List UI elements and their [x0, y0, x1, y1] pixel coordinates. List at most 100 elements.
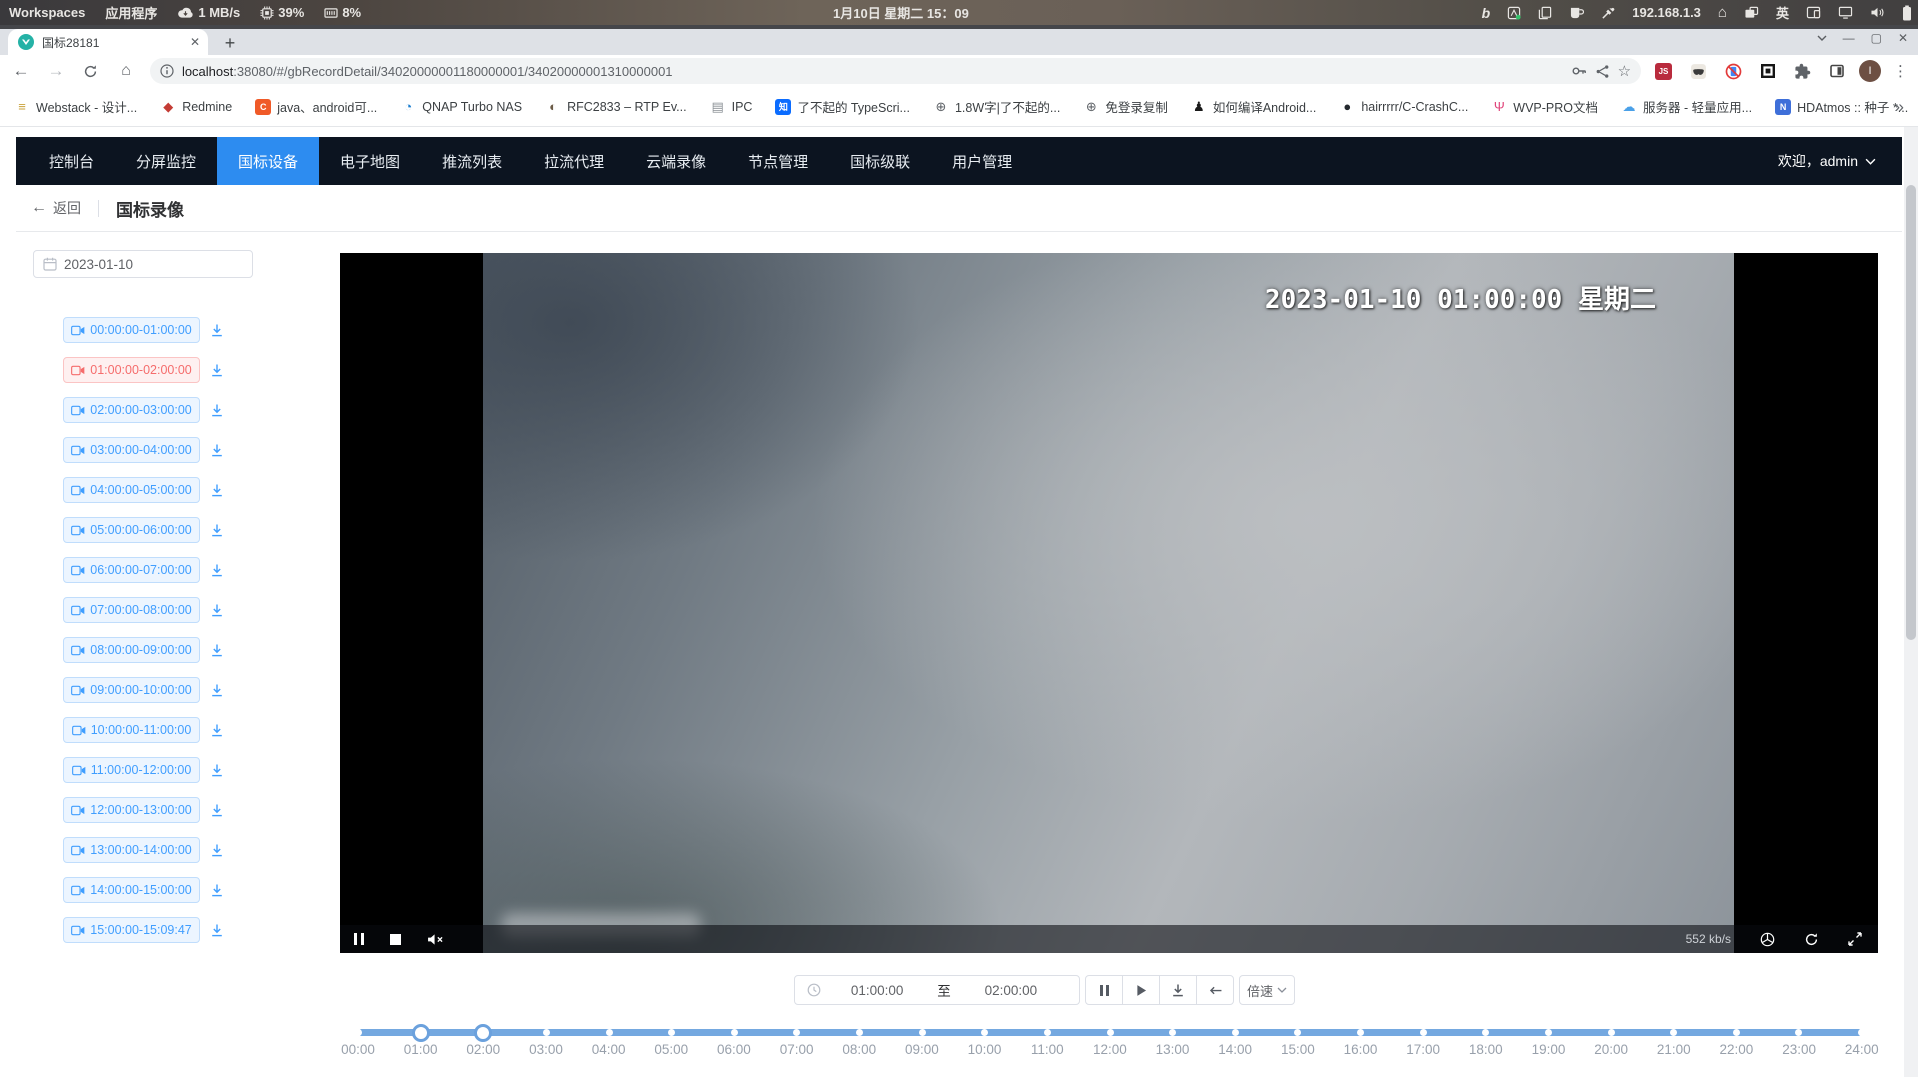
network-speed-indicator[interactable]: 1 MB/s — [177, 5, 240, 20]
window-minimize-icon[interactable]: — — [1843, 31, 1855, 45]
segment-play-button[interactable]: 09:00:00-10:00:00 — [63, 677, 200, 703]
segment-play-button[interactable]: 05:00:00-06:00:00 — [63, 517, 200, 543]
workspaces-button[interactable]: Workspaces — [9, 5, 85, 20]
display-icon[interactable] — [1838, 6, 1853, 19]
segment-play-button[interactable]: 12:00:00-13:00:00 — [63, 797, 200, 823]
nav-tab[interactable]: 拉流代理 — [523, 137, 625, 185]
address-bar[interactable]: localhost:38080/#/gbRecordDetail/3402000… — [150, 58, 1641, 84]
nav-tab[interactable]: 云端录像 — [625, 137, 727, 185]
segment-download-button[interactable] — [210, 443, 224, 457]
user-menu[interactable]: 欢迎，admin — [1778, 137, 1876, 185]
segment-play-button[interactable]: 15:00:00-15:09:47 — [63, 917, 200, 943]
back-button[interactable]: ← — [7, 61, 35, 81]
time-range-picker[interactable]: 01:00:00 至 02:00:00 — [794, 975, 1080, 1005]
battery-icon[interactable] — [1902, 5, 1912, 21]
segment-download-button[interactable] — [210, 523, 224, 537]
bookmark-item[interactable]: ◐ RFC2833 – RTP Ev... — [545, 99, 687, 115]
nav-tab[interactable]: 电子地图 — [319, 137, 421, 185]
extension-sidepanel-icon[interactable] — [1829, 63, 1845, 79]
bookmark-item[interactable]: C java、android可... — [255, 97, 377, 116]
video-player[interactable]: 2023-01-10 01:00:00 星期二 552 kb/s — [340, 253, 1878, 953]
scrollbar-thumb[interactable] — [1906, 185, 1916, 640]
memory-indicator[interactable]: 8% — [324, 5, 361, 20]
beverage-icon[interactable] — [1569, 6, 1584, 19]
back-link[interactable]: ← 返回 — [31, 198, 81, 218]
tray-app-icon[interactable]: b — [1482, 5, 1491, 21]
segment-play-button[interactable]: 11:00:00-12:00:00 — [63, 757, 200, 783]
segment-download-button[interactable] — [210, 923, 224, 937]
segment-play-button[interactable]: 00:00:00-01:00:00 — [63, 317, 200, 343]
bookmark-item[interactable]: ☁ 服务器 - 轻量应用... — [1621, 97, 1752, 116]
extension-incognito-mask-icon[interactable] — [1690, 63, 1707, 80]
applications-menu[interactable]: 应用程序 — [105, 3, 157, 22]
bookmark-item[interactable]: Ψ WVP-PRO文档 — [1491, 97, 1598, 116]
share-icon[interactable] — [1595, 64, 1610, 79]
forward-button[interactable]: → — [42, 61, 70, 81]
segment-download-button[interactable] — [210, 603, 224, 617]
cpu-indicator[interactable]: 39% — [260, 5, 304, 20]
segment-play-button[interactable]: 04:00:00-05:00:00 — [63, 477, 200, 503]
nav-tab[interactable]: 节点管理 — [727, 137, 829, 185]
fullscreen-icon[interactable] — [1848, 932, 1862, 946]
player-pause-icon[interactable] — [354, 933, 364, 945]
extension-js-icon[interactable]: JS — [1655, 63, 1672, 80]
color-picker-icon[interactable] — [1601, 6, 1615, 20]
speed-dropdown[interactable]: 倍速 — [1239, 975, 1295, 1005]
segment-play-button[interactable]: 07:00:00-08:00:00 — [63, 597, 200, 623]
bookmark-item[interactable]: ● hairrrrr/C-CrashC... — [1339, 99, 1468, 115]
play-button[interactable] — [1122, 975, 1160, 1005]
timeline-handle[interactable] — [474, 1024, 492, 1042]
segment-download-button[interactable] — [210, 763, 224, 777]
segment-download-button[interactable] — [210, 643, 224, 657]
segment-download-button[interactable] — [210, 323, 224, 337]
bookmark-item[interactable]: ♟ 如何编译Android... — [1191, 97, 1317, 116]
bookmark-item[interactable]: ◆ Redmine — [160, 99, 232, 115]
nav-tab[interactable]: 国标级联 — [829, 137, 931, 185]
segment-download-button[interactable] — [210, 563, 224, 577]
segment-play-button[interactable]: 14:00:00-15:00:00 — [63, 877, 200, 903]
segment-download-button[interactable] — [210, 683, 224, 697]
window-maximize-icon[interactable]: ▢ — [1871, 31, 1882, 45]
bookmark-item[interactable]: ≡ Webstack - 设计... — [14, 97, 137, 116]
volume-icon[interactable] — [1870, 6, 1885, 19]
bookmark-star-icon[interactable]: ☆ — [1618, 62, 1631, 80]
segment-download-button[interactable] — [210, 723, 224, 737]
segment-play-button[interactable]: 08:00:00-09:00:00 — [63, 637, 200, 663]
player-stop-icon[interactable] — [390, 934, 401, 945]
seek-back-button[interactable] — [1196, 975, 1234, 1005]
ip-address-indicator[interactable]: 192.168.1.3 — [1632, 5, 1701, 20]
profile-avatar[interactable]: I — [1859, 60, 1881, 82]
nav-tab[interactable]: 用户管理 — [931, 137, 1033, 185]
site-info-icon[interactable] — [160, 64, 174, 78]
nav-tab[interactable]: 国标设备 — [217, 137, 319, 185]
window-close-icon[interactable]: ✕ — [1898, 31, 1908, 45]
segment-play-button[interactable]: 13:00:00-14:00:00 — [63, 837, 200, 863]
browser-tab[interactable]: 国标28181 ✕ — [8, 29, 208, 55]
nav-tab[interactable]: 推流列表 — [421, 137, 523, 185]
home-icon[interactable]: ⌂ — [1718, 4, 1727, 21]
password-key-icon[interactable] — [1571, 63, 1587, 79]
bookmarks-overflow-icon[interactable]: » — [1895, 97, 1904, 117]
home-button[interactable]: ⌂ — [112, 62, 140, 80]
snapshot-shutter-icon[interactable] — [1760, 932, 1775, 947]
bookmark-item[interactable]: ▤ IPC — [710, 99, 753, 115]
tray-notes-icon[interactable] — [1507, 6, 1521, 20]
bookmark-item[interactable]: N HDAtmos :: 种子 *... — [1775, 97, 1908, 116]
end-time-input[interactable]: 02:00:00 — [955, 983, 1067, 998]
extension-qr-icon[interactable] — [1760, 63, 1776, 79]
reload-button[interactable] — [77, 64, 105, 79]
tab-search-chevron-icon[interactable] — [1817, 35, 1827, 41]
segment-play-button[interactable]: 10:00:00-11:00:00 — [63, 717, 200, 743]
windows-layers-icon[interactable] — [1744, 6, 1759, 19]
extensions-puzzle-icon[interactable] — [1794, 63, 1811, 80]
nav-tab[interactable]: 控制台 — [28, 137, 115, 185]
timeline-handle[interactable] — [412, 1024, 430, 1042]
segment-download-button[interactable] — [210, 363, 224, 377]
nav-tab[interactable]: 分屏监控 — [115, 137, 217, 185]
phone-link-icon[interactable] — [1806, 6, 1821, 19]
segment-play-button[interactable]: 03:00:00-04:00:00 — [63, 437, 200, 463]
page-scrollbar[interactable] — [1904, 127, 1918, 1077]
segment-download-button[interactable] — [210, 883, 224, 897]
player-refresh-icon[interactable] — [1804, 932, 1819, 947]
bookmark-item[interactable]: ⊕ 免登录复制 — [1083, 97, 1168, 116]
